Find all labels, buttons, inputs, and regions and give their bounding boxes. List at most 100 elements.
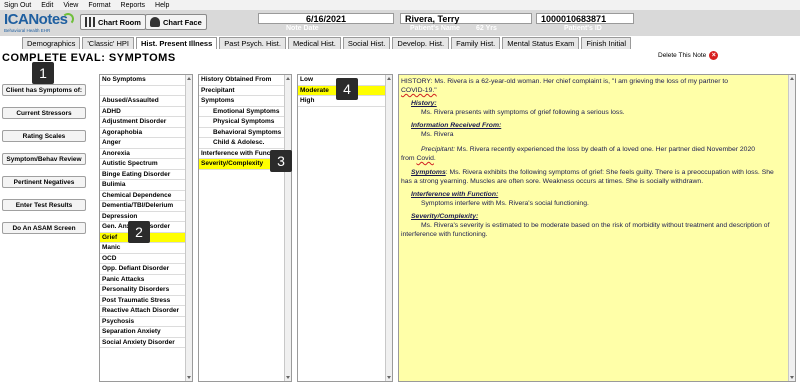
- tab-finish-initial[interactable]: Finish Initial: [581, 37, 631, 49]
- menu-bar: Sign Out Edit View Format Reports Help: [0, 0, 800, 10]
- list-item[interactable]: Anorexia: [100, 149, 192, 159]
- list-item[interactable]: Autistic Spectrum: [100, 159, 192, 170]
- note-label: Precipitant:: [421, 146, 456, 153]
- note-line: HISTORY: Ms. Rivera is a 62-year-old wom…: [401, 78, 729, 85]
- severity-scrollbar[interactable]: [385, 75, 392, 381]
- note-line: .: [433, 155, 436, 162]
- list-item[interactable]: Anger: [100, 138, 192, 149]
- list-item[interactable]: Personality Disorders: [100, 285, 192, 296]
- menu-edit[interactable]: Edit: [41, 2, 53, 9]
- note-heading: Severity/Complexity:: [411, 213, 479, 220]
- current-stressors-button[interactable]: Current Stressors: [2, 107, 86, 119]
- tab-hist-present-illness[interactable]: Hist. Present Illness: [135, 37, 218, 49]
- note-date-field[interactable]: 6/16/2021: [258, 13, 394, 24]
- list-item[interactable]: Behavioral Symptoms: [199, 128, 291, 138]
- list-item[interactable]: Opp. Defiant Disorder: [100, 264, 192, 275]
- client-has-symptoms-button[interactable]: Client has Symptoms of:: [2, 84, 86, 96]
- list-item[interactable]: Agoraphobia: [100, 128, 192, 138]
- list-item[interactable]: Post Traumatic Stress: [100, 296, 192, 306]
- tab-mental-status-exam[interactable]: Mental Status Exam: [502, 37, 580, 49]
- list-item[interactable]: ADHD: [100, 107, 192, 117]
- note-line: Symptoms interfere with Ms. Rivera's soc…: [421, 200, 589, 207]
- list-item[interactable]: Social Anxiety Disorder: [100, 338, 192, 348]
- pertinent-negatives-button[interactable]: Pertinent Negatives: [2, 176, 86, 188]
- rating-scales-button[interactable]: Rating Scales: [2, 130, 86, 142]
- note-text-area[interactable]: HISTORY: Ms. Rivera is a 62-year-old wom…: [398, 74, 796, 382]
- list-item[interactable]: Abused/Assaulted: [100, 96, 192, 107]
- page-title: COMPLETE EVAL: SYMPTOMS: [2, 52, 176, 64]
- list-item[interactable]: Panic Attacks: [100, 275, 192, 285]
- patient-name-label: Patient's Name: [410, 25, 460, 32]
- delete-note-label: Delete This Note: [658, 52, 707, 59]
- list-item[interactable]: Reactive Attach Disorder: [100, 306, 192, 317]
- enter-test-results-button[interactable]: Enter Test Results: [2, 199, 86, 211]
- person-icon: [150, 17, 160, 27]
- patient-header: ICANotes Behavioral Health EHR Chart Roo…: [0, 10, 800, 36]
- list-item[interactable]: Psychosis: [100, 317, 192, 327]
- list-item[interactable]: Chemical Dependence: [100, 191, 192, 201]
- tab-family-hist[interactable]: Family Hist.: [451, 37, 501, 49]
- patient-id-field[interactable]: 1000010683871: [536, 13, 634, 24]
- menu-view[interactable]: View: [63, 2, 78, 9]
- symptom-behav-review-button[interactable]: Symptom/Behav Review: [2, 153, 86, 165]
- logo-text: ICANotes: [4, 11, 68, 28]
- list-item[interactable]: OCD: [100, 254, 192, 264]
- note-line: COVID-19.": [401, 87, 437, 94]
- list-item[interactable]: Dementia/TBI/Delerium: [100, 201, 192, 212]
- list-item[interactable]: Bulimia: [100, 180, 192, 191]
- note-line: Ms. Rivera presents with symptoms of gri…: [421, 109, 625, 116]
- note-date-label: Note Date: [286, 25, 319, 32]
- note-heading: Symptoms: [411, 169, 446, 176]
- list-item[interactable]: Separation Anxiety: [100, 327, 192, 338]
- list-item[interactable]: Manic: [100, 243, 192, 254]
- tab-social-hist[interactable]: Social Hist.: [342, 37, 391, 49]
- note-line: from: [401, 155, 417, 162]
- callout-badge: 3: [270, 150, 292, 172]
- chart-room-label: Chart Room: [98, 17, 141, 27]
- note-line: Ms. Rivera recently experienced the loss…: [455, 146, 755, 153]
- list-item[interactable]: Child & Adolesc.: [199, 138, 291, 149]
- list-item[interactable]: Emotional Symptoms: [199, 107, 291, 117]
- tab-past-psych-hist[interactable]: Past Psych. Hist.: [219, 37, 286, 49]
- tab-medical-hist[interactable]: Medical Hist.: [287, 37, 341, 49]
- menu-sign-out[interactable]: Sign Out: [4, 2, 31, 9]
- patient-id-label: Patient's ID: [564, 25, 602, 32]
- section-tabs: Demographics 'Classic' HPI Hist. Present…: [22, 37, 631, 49]
- list-item[interactable]: Binge Eating Disorder: [100, 170, 192, 180]
- list-item[interactable]: Symptoms: [199, 96, 291, 107]
- menu-format[interactable]: Format: [88, 2, 110, 9]
- tab-demographics[interactable]: Demographics: [22, 37, 81, 49]
- note-line: : Ms. Rivera exhibits the following symp…: [401, 169, 774, 185]
- callout-badge: 1: [32, 62, 54, 84]
- callout-badge: 4: [336, 78, 358, 100]
- tab-develop-hist[interactable]: Develop. Hist.: [392, 37, 450, 49]
- note-line: Ms. Rivera: [421, 131, 454, 138]
- chart-room-button[interactable]: Chart Room: [80, 14, 146, 30]
- list-item[interactable]: Adjustment Disorder: [100, 117, 192, 128]
- grid-icon: [85, 17, 95, 27]
- menu-reports[interactable]: Reports: [121, 2, 146, 9]
- symptoms-scrollbar[interactable]: [185, 75, 192, 381]
- list-item[interactable]: Physical Symptoms: [199, 117, 291, 128]
- chart-face-button[interactable]: Chart Face: [145, 14, 207, 30]
- left-button-panel: Client has Symptoms of: Current Stressor…: [2, 84, 86, 245]
- patient-name-field[interactable]: Rivera, Terry: [400, 13, 532, 24]
- delete-note-button[interactable]: Delete This Note ×: [658, 51, 719, 60]
- note-scrollbar[interactable]: [788, 75, 795, 381]
- close-icon: ×: [709, 51, 719, 60]
- hpi-scrollbar[interactable]: [284, 75, 291, 381]
- list-item[interactable]: Precipitant: [199, 86, 291, 96]
- note-line: Covid: [416, 155, 434, 162]
- severity-list: Low Moderate High: [297, 74, 393, 382]
- note-heading: Interference with Function:: [411, 191, 499, 198]
- callout-badge: 2: [128, 221, 150, 243]
- list-item[interactable]: History Obtained From: [199, 75, 291, 86]
- logo-swoosh-icon: [62, 13, 74, 25]
- asam-screen-button[interactable]: Do An ASAM Screen: [2, 222, 86, 234]
- tab-classic-hpi[interactable]: 'Classic' HPI: [82, 37, 134, 49]
- chart-face-label: Chart Face: [163, 17, 202, 27]
- note-heading: History:: [411, 100, 437, 107]
- list-item[interactable]: No Symptoms: [100, 75, 192, 86]
- list-item[interactable]: [100, 86, 192, 96]
- menu-help[interactable]: Help: [155, 2, 169, 9]
